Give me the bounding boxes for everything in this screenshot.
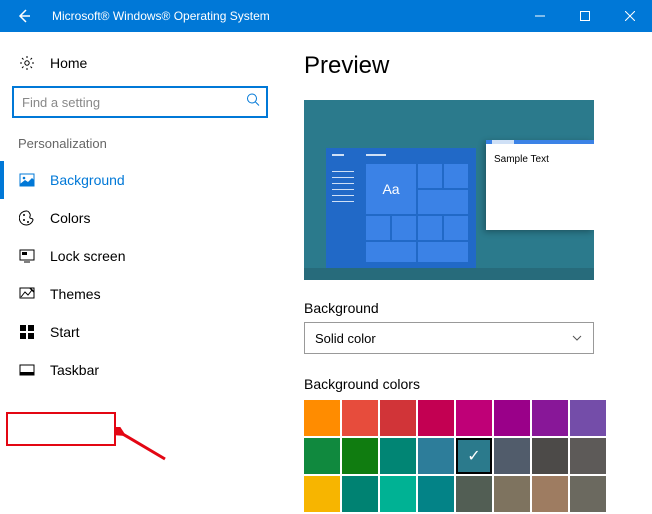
sidebar-item-themes[interactable]: Themes (12, 275, 268, 313)
palette-icon (18, 209, 36, 227)
color-swatch[interactable] (380, 400, 416, 436)
picture-icon (18, 171, 36, 189)
color-swatch[interactable] (342, 400, 378, 436)
preview-tile-sample: Aa (366, 164, 416, 214)
color-swatch[interactable] (418, 400, 454, 436)
sidebar-item-home[interactable]: Home (12, 46, 268, 86)
desktop-preview: Aa Sample Text (304, 100, 594, 280)
preview-start-menu: Aa (326, 148, 476, 268)
color-swatch[interactable] (494, 438, 530, 474)
color-swatch[interactable] (304, 476, 340, 512)
search-input[interactable] (12, 86, 268, 118)
home-label: Home (50, 55, 87, 71)
color-swatch[interactable] (342, 476, 378, 512)
search-icon (246, 93, 260, 112)
window-controls (517, 0, 652, 32)
gear-icon (18, 54, 36, 72)
close-button[interactable] (607, 0, 652, 32)
arrow-left-icon (16, 8, 32, 24)
lock-screen-icon (18, 247, 36, 265)
sidebar-item-label: Start (50, 324, 80, 340)
back-button[interactable] (0, 0, 48, 32)
sidebar-item-label: Themes (50, 286, 101, 302)
color-swatch[interactable] (494, 476, 530, 512)
color-swatch[interactable] (342, 438, 378, 474)
minimize-button[interactable] (517, 0, 562, 32)
color-swatch[interactable] (532, 400, 568, 436)
sidebar-item-lock-screen[interactable]: Lock screen (12, 237, 268, 275)
sidebar-item-label: Colors (50, 210, 90, 226)
minimize-icon (535, 11, 545, 21)
sidebar-item-label: Taskbar (50, 362, 99, 378)
color-swatch[interactable] (570, 476, 606, 512)
sidebar-item-taskbar[interactable]: Taskbar (12, 351, 268, 389)
preview-sample-window: Sample Text (486, 140, 594, 230)
color-swatch-grid (304, 400, 606, 512)
color-swatch[interactable] (380, 438, 416, 474)
color-swatch[interactable] (494, 400, 530, 436)
sidebar-item-background[interactable]: Background (12, 161, 268, 199)
maximize-icon (580, 11, 590, 21)
background-colors-label: Background colors (304, 376, 628, 392)
taskbar-icon (18, 361, 36, 379)
color-swatch[interactable] (532, 476, 568, 512)
main-panel: Preview Aa Sample Text (280, 32, 652, 514)
color-swatch[interactable] (456, 438, 492, 474)
background-dropdown[interactable]: Solid color (304, 322, 594, 354)
sidebar-item-colors[interactable]: Colors (12, 199, 268, 237)
preview-taskbar (304, 268, 594, 280)
background-field-label: Background (304, 300, 628, 316)
color-swatch[interactable] (418, 438, 454, 474)
sidebar-item-label: Lock screen (50, 248, 125, 264)
sidebar: Home Personalization Background Colors (0, 32, 280, 514)
window-title: Microsoft® Windows® Operating System (48, 9, 517, 23)
dropdown-value: Solid color (315, 331, 376, 346)
maximize-button[interactable] (562, 0, 607, 32)
color-swatch[interactable] (570, 438, 606, 474)
search-field-wrap (12, 86, 268, 118)
color-swatch[interactable] (304, 438, 340, 474)
section-label: Personalization (12, 136, 268, 161)
sidebar-item-label: Background (50, 172, 125, 188)
color-swatch[interactable] (304, 400, 340, 436)
close-icon (625, 11, 635, 21)
titlebar: Microsoft® Windows® Operating System (0, 0, 652, 32)
annotation-highlight-box (6, 412, 116, 446)
sidebar-item-start[interactable]: Start (12, 313, 268, 351)
color-swatch[interactable] (532, 438, 568, 474)
start-icon (18, 323, 36, 341)
preview-sample-text: Sample Text (486, 144, 594, 175)
color-swatch[interactable] (570, 400, 606, 436)
preview-heading: Preview (304, 52, 628, 80)
color-swatch[interactable] (456, 476, 492, 512)
color-swatch[interactable] (418, 476, 454, 512)
color-swatch[interactable] (456, 400, 492, 436)
chevron-down-icon (571, 332, 583, 344)
themes-icon (18, 285, 36, 303)
annotation-arrow-icon (115, 427, 175, 467)
color-swatch[interactable] (380, 476, 416, 512)
